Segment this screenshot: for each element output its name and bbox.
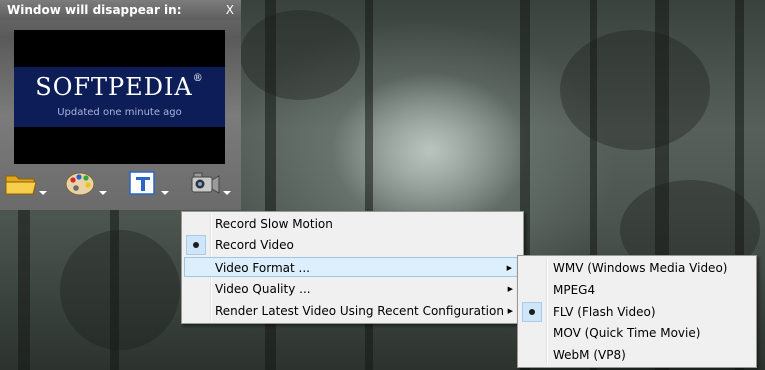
menu-item-record-video[interactable]: Record Video <box>184 235 521 255</box>
radio-dot-icon <box>529 309 535 315</box>
tree-foliage <box>60 230 180 350</box>
format-item-label: MPEG4 <box>553 283 596 297</box>
chevron-down-icon <box>223 191 231 195</box>
menu-item-label: Render Latest Video Using Recent Configu… <box>215 304 504 318</box>
format-item-label: WMV (Windows Media Video) <box>553 261 728 275</box>
radio-dot-icon <box>193 242 199 248</box>
submenu-arrow-icon: ▶ <box>507 285 513 293</box>
menu-item-label: Record Slow Motion <box>215 217 333 231</box>
panel-title: Window will disappear in: <box>7 3 182 17</box>
format-item-webm[interactable]: WebM (VP8) <box>520 345 754 365</box>
record-options-menu: Record Slow Motion Record Video Video Fo… <box>181 211 524 324</box>
format-item-label: WebM (VP8) <box>553 348 626 362</box>
text-tool-button[interactable] <box>126 168 172 202</box>
radio-check <box>522 302 542 322</box>
tree-foliage <box>240 10 360 100</box>
folder-icon <box>5 175 37 195</box>
menu-item-render-latest-video[interactable]: Render Latest Video Using Recent Configu… <box>184 301 521 321</box>
menu-item-video-format[interactable]: Video Format ... ▶ <box>184 257 521 277</box>
format-item-label: FLV (Flash Video) <box>553 305 656 319</box>
palette-tool-button[interactable] <box>64 168 110 202</box>
logo-brand: SOFTPEDIA <box>35 73 193 101</box>
preview-screen: SOFTPEDIA® Updated one minute ago <box>14 30 225 164</box>
chevron-down-icon <box>99 191 107 195</box>
chevron-down-icon <box>39 191 47 195</box>
chevron-down-icon <box>161 191 169 195</box>
submenu-arrow-icon: ▶ <box>507 307 513 315</box>
video-camera-tool-button[interactable] <box>188 168 234 202</box>
folder-tool-button[interactable] <box>4 168 50 202</box>
menu-item-label: Video Quality ... <box>215 282 311 296</box>
text-tool-icon <box>129 171 155 195</box>
logo-registered-mark: ® <box>192 73 204 84</box>
format-item-flv[interactable]: FLV (Flash Video) <box>520 302 754 322</box>
close-button[interactable]: X <box>226 0 234 20</box>
radio-check <box>186 235 206 255</box>
palette-icon <box>65 172 95 196</box>
format-item-mpeg4[interactable]: MPEG4 <box>520 280 754 300</box>
menu-item-label: Record Video <box>215 238 294 252</box>
format-item-label: MOV (Quick Time Movie) <box>553 326 701 340</box>
video-camera-icon <box>191 172 220 194</box>
logo-tagline: Updated one minute ago <box>57 107 182 118</box>
recorder-panel: Window will disappear in: X SOFTPEDIA® U… <box>0 0 241 210</box>
video-format-submenu: WMV (Windows Media Video) MPEG4 FLV (Fla… <box>517 255 757 368</box>
format-item-mov[interactable]: MOV (Quick Time Movie) <box>520 323 754 343</box>
panel-title-bar: Window will disappear in: X <box>0 0 241 20</box>
menu-item-label: Video Format ... <box>215 261 310 275</box>
format-item-wmv[interactable]: WMV (Windows Media Video) <box>520 258 754 278</box>
tree-foliage <box>560 30 710 150</box>
submenu-arrow-icon: ▶ <box>506 264 512 272</box>
softpedia-logo: SOFTPEDIA® Updated one minute ago <box>14 67 225 127</box>
menu-item-video-quality[interactable]: Video Quality ... ▶ <box>184 279 521 299</box>
menu-item-record-slow-motion[interactable]: Record Slow Motion <box>184 214 521 234</box>
